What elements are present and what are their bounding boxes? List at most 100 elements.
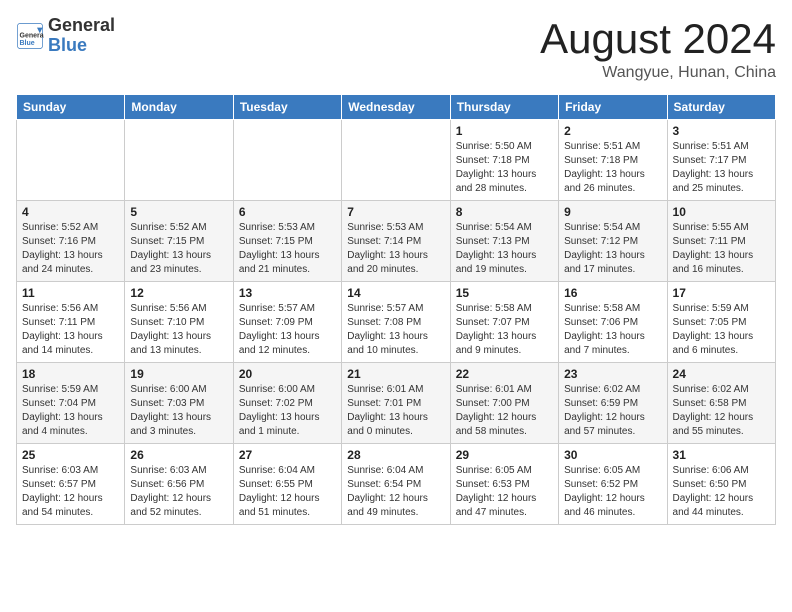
location: Wangyue, Hunan, China xyxy=(540,64,776,82)
svg-text:Blue: Blue xyxy=(20,40,35,47)
day-number: 1 xyxy=(456,124,553,138)
logo-icon: General Blue xyxy=(16,22,44,50)
day-info: Sunrise: 5:50 AM Sunset: 7:18 PM Dayligh… xyxy=(456,140,553,196)
day-info: Sunrise: 5:56 AM Sunset: 7:10 PM Dayligh… xyxy=(130,302,227,358)
day-number: 30 xyxy=(564,448,661,462)
calendar-cell: 5 Sunrise: 5:52 AM Sunset: 7:15 PM Daylig… xyxy=(125,201,233,282)
calendar-cell: 3Sunrise: 5:51 AM Sunset: 7:17 PM Daylig… xyxy=(667,120,775,201)
calendar-cell: 9 Sunrise: 5:54 AM Sunset: 7:12 PM Daylig… xyxy=(559,201,667,282)
calendar-cell: 31 Sunrise: 6:06 AM Sunset: 6:50 PM Dayli… xyxy=(667,444,775,525)
calendar-cell: 18Sunrise: 5:59 AM Sunset: 7:04 PM Dayli… xyxy=(17,363,125,444)
day-number: 13 xyxy=(239,286,336,300)
day-number: 4 xyxy=(22,205,119,219)
calendar-week-row: 11Sunrise: 5:56 AM Sunset: 7:11 PM Dayli… xyxy=(17,282,776,363)
calendar-header-row: SundayMondayTuesdayWednesdayThursdayFrid… xyxy=(17,95,776,120)
day-info: Sunrise: 5:57 AM Sunset: 7:08 PM Dayligh… xyxy=(347,302,444,358)
day-number: 15 xyxy=(456,286,553,300)
calendar-cell: 22Sunrise: 6:01 AM Sunset: 7:00 PM Dayli… xyxy=(450,363,558,444)
calendar-cell: 21 Sunrise: 6:01 AM Sunset: 7:01 PM Dayli… xyxy=(342,363,450,444)
day-info: Sunrise: 6:03 AM Sunset: 6:57 PM Dayligh… xyxy=(22,464,119,520)
calendar-cell: 2Sunrise: 5:51 AM Sunset: 7:18 PM Daylig… xyxy=(559,120,667,201)
calendar-header-friday: Friday xyxy=(559,95,667,120)
day-number: 23 xyxy=(564,367,661,381)
calendar-cell xyxy=(17,120,125,201)
svg-text:General: General xyxy=(20,32,45,39)
calendar-cell xyxy=(125,120,233,201)
calendar-header-saturday: Saturday xyxy=(667,95,775,120)
calendar-header-tuesday: Tuesday xyxy=(233,95,341,120)
calendar-cell: 11Sunrise: 5:56 AM Sunset: 7:11 PM Dayli… xyxy=(17,282,125,363)
calendar-cell: 25 Sunrise: 6:03 AM Sunset: 6:57 PM Dayli… xyxy=(17,444,125,525)
calendar-header-wednesday: Wednesday xyxy=(342,95,450,120)
day-number: 29 xyxy=(456,448,553,462)
calendar-cell: 29Sunrise: 6:05 AM Sunset: 6:53 PM Dayli… xyxy=(450,444,558,525)
calendar-cell: 17Sunrise: 5:59 AM Sunset: 7:05 PM Dayli… xyxy=(667,282,775,363)
day-number: 5 xyxy=(130,205,227,219)
day-info: Sunrise: 6:03 AM Sunset: 6:56 PM Dayligh… xyxy=(130,464,227,520)
day-info: Sunrise: 5:53 AM Sunset: 7:15 PM Dayligh… xyxy=(239,221,336,277)
calendar-cell: 12 Sunrise: 5:56 AM Sunset: 7:10 PM Dayli… xyxy=(125,282,233,363)
day-number: 25 xyxy=(22,448,119,462)
day-info: Sunrise: 6:04 AM Sunset: 6:54 PM Dayligh… xyxy=(347,464,444,520)
calendar-cell: 14Sunrise: 5:57 AM Sunset: 7:08 PM Dayli… xyxy=(342,282,450,363)
calendar-cell: 19Sunrise: 6:00 AM Sunset: 7:03 PM Dayli… xyxy=(125,363,233,444)
day-number: 11 xyxy=(22,286,119,300)
calendar-header-sunday: Sunday xyxy=(17,95,125,120)
calendar-cell: 16 Sunrise: 5:58 AM Sunset: 7:06 PM Dayli… xyxy=(559,282,667,363)
day-info: Sunrise: 6:02 AM Sunset: 6:58 PM Dayligh… xyxy=(673,383,770,439)
day-number: 20 xyxy=(239,367,336,381)
calendar-cell: 13 Sunrise: 5:57 AM Sunset: 7:09 PM Dayli… xyxy=(233,282,341,363)
calendar-cell: 20 Sunrise: 6:00 AM Sunset: 7:02 PM Dayli… xyxy=(233,363,341,444)
calendar-cell: 28 Sunrise: 6:04 AM Sunset: 6:54 PM Dayli… xyxy=(342,444,450,525)
title-block: August 2024 Wangyue, Hunan, China xyxy=(540,16,776,82)
calendar-cell: 4 Sunrise: 5:52 AM Sunset: 7:16 PM Daylig… xyxy=(17,201,125,282)
day-number: 27 xyxy=(239,448,336,462)
day-info: Sunrise: 5:58 AM Sunset: 7:07 PM Dayligh… xyxy=(456,302,553,358)
day-info: Sunrise: 6:05 AM Sunset: 6:52 PM Dayligh… xyxy=(564,464,661,520)
day-number: 9 xyxy=(564,205,661,219)
day-info: Sunrise: 6:00 AM Sunset: 7:02 PM Dayligh… xyxy=(239,383,336,439)
day-info: Sunrise: 5:52 AM Sunset: 7:15 PM Dayligh… xyxy=(130,221,227,277)
day-info: Sunrise: 5:54 AM Sunset: 7:12 PM Dayligh… xyxy=(564,221,661,277)
day-number: 7 xyxy=(347,205,444,219)
day-info: Sunrise: 6:02 AM Sunset: 6:59 PM Dayligh… xyxy=(564,383,661,439)
calendar-week-row: 4 Sunrise: 5:52 AM Sunset: 7:16 PM Daylig… xyxy=(17,201,776,282)
day-number: 16 xyxy=(564,286,661,300)
day-number: 28 xyxy=(347,448,444,462)
day-info: Sunrise: 5:58 AM Sunset: 7:06 PM Dayligh… xyxy=(564,302,661,358)
calendar-cell: 1 Sunrise: 5:50 AM Sunset: 7:18 PM Daylig… xyxy=(450,120,558,201)
calendar-cell: 26 Sunrise: 6:03 AM Sunset: 6:56 PM Dayli… xyxy=(125,444,233,525)
logo-blue-text: Blue xyxy=(48,35,87,55)
day-info: Sunrise: 5:52 AM Sunset: 7:16 PM Dayligh… xyxy=(22,221,119,277)
day-number: 18 xyxy=(22,367,119,381)
day-number: 10 xyxy=(673,205,770,219)
calendar-header-thursday: Thursday xyxy=(450,95,558,120)
day-number: 31 xyxy=(673,448,770,462)
day-number: 17 xyxy=(673,286,770,300)
day-number: 21 xyxy=(347,367,444,381)
calendar-cell: 6 Sunrise: 5:53 AM Sunset: 7:15 PM Daylig… xyxy=(233,201,341,282)
day-info: Sunrise: 6:01 AM Sunset: 7:00 PM Dayligh… xyxy=(456,383,553,439)
day-number: 26 xyxy=(130,448,227,462)
calendar-cell: 24Sunrise: 6:02 AM Sunset: 6:58 PM Dayli… xyxy=(667,363,775,444)
calendar-week-row: 18Sunrise: 5:59 AM Sunset: 7:04 PM Dayli… xyxy=(17,363,776,444)
calendar-cell: 10Sunrise: 5:55 AM Sunset: 7:11 PM Dayli… xyxy=(667,201,775,282)
calendar-cell: 30 Sunrise: 6:05 AM Sunset: 6:52 PM Dayli… xyxy=(559,444,667,525)
day-info: Sunrise: 6:06 AM Sunset: 6:50 PM Dayligh… xyxy=(673,464,770,520)
calendar-header-monday: Monday xyxy=(125,95,233,120)
calendar-week-row: 25 Sunrise: 6:03 AM Sunset: 6:57 PM Dayli… xyxy=(17,444,776,525)
day-number: 8 xyxy=(456,205,553,219)
calendar: SundayMondayTuesdayWednesdayThursdayFrid… xyxy=(16,94,776,525)
calendar-cell: 27Sunrise: 6:04 AM Sunset: 6:55 PM Dayli… xyxy=(233,444,341,525)
logo-general-text: General xyxy=(48,15,115,35)
day-number: 12 xyxy=(130,286,227,300)
logo: General Blue General Blue xyxy=(16,16,115,56)
day-number: 6 xyxy=(239,205,336,219)
calendar-cell: 8Sunrise: 5:54 AM Sunset: 7:13 PM Daylig… xyxy=(450,201,558,282)
day-number: 3 xyxy=(673,124,770,138)
calendar-cell: 7Sunrise: 5:53 AM Sunset: 7:14 PM Daylig… xyxy=(342,201,450,282)
calendar-week-row: 1 Sunrise: 5:50 AM Sunset: 7:18 PM Daylig… xyxy=(17,120,776,201)
day-info: Sunrise: 6:01 AM Sunset: 7:01 PM Dayligh… xyxy=(347,383,444,439)
day-info: Sunrise: 5:57 AM Sunset: 7:09 PM Dayligh… xyxy=(239,302,336,358)
day-number: 2 xyxy=(564,124,661,138)
